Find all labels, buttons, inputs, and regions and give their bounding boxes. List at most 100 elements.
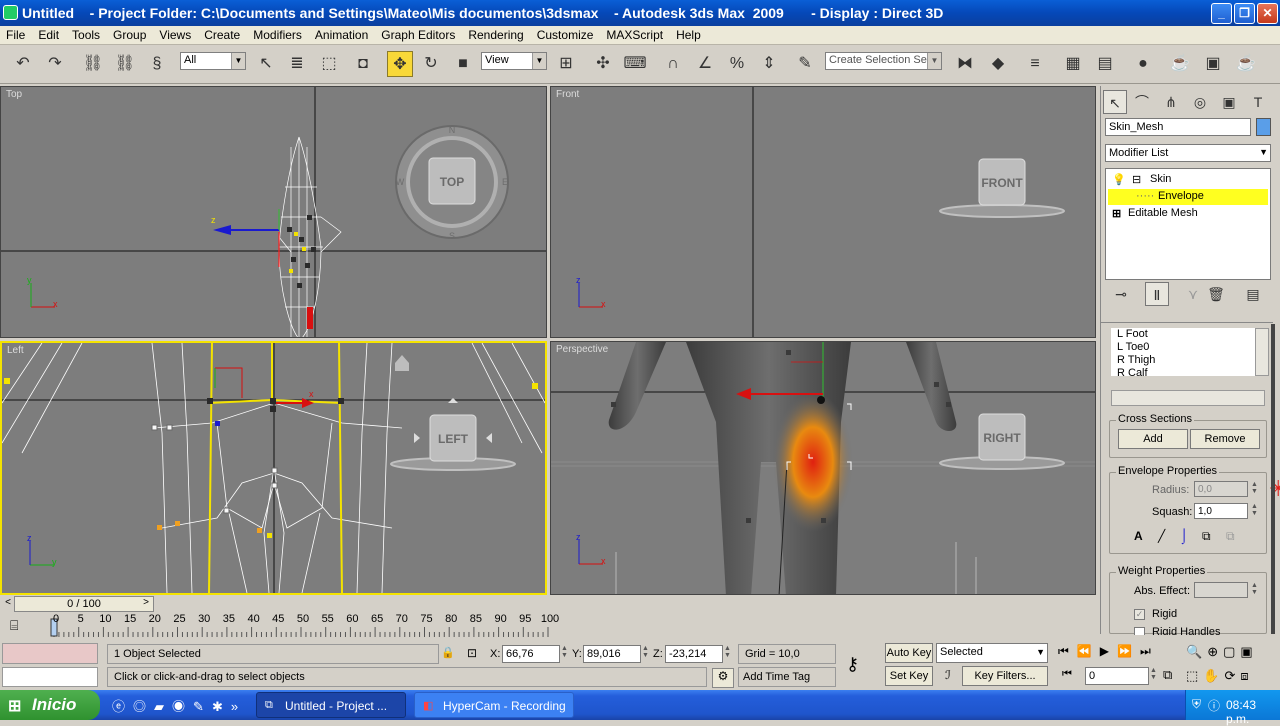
viewport-front[interactable]: Front FRONT x z [550,86,1096,338]
viewport-top[interactable]: Top z TOP N S E W x y [0,86,547,338]
pivot-center-icon[interactable]: ⊞ [553,51,579,77]
select-by-name-icon[interactable]: ≣ [284,51,310,77]
frame-indicator[interactable]: 0 / 100 [14,596,154,612]
go-to-end-icon[interactable]: ⏭ [1140,644,1159,658]
layer-manager-icon[interactable]: ≡ [1022,51,1048,77]
viewcube-arrow-left-icon[interactable] [414,433,420,443]
select-object-icon[interactable]: ↖ [253,51,279,77]
hierarchy-tab-icon[interactable]: ⋔ [1159,90,1183,114]
start-button[interactable]: ⊞ Inicio [0,690,100,720]
task-3dsmax[interactable]: ⧉ Untitled - Project ... [256,692,406,718]
object-name-field[interactable]: Skin_Mesh [1105,118,1251,136]
menu-create[interactable]: Create [198,26,247,42]
more-icon[interactable]: » [231,699,246,714]
maximize-viewport-icon[interactable]: ⧈ [1240,668,1253,683]
zoom-all-icon[interactable]: ⊕ [1207,644,1223,659]
lock-selection-icon[interactable]: 🔒 [441,646,455,659]
stack-item-skin[interactable]: Skin [1150,173,1171,185]
object-color-swatch[interactable] [1256,118,1271,136]
play-icon[interactable]: ▶ [1100,644,1117,658]
squash-spinner-icon[interactable]: ▲ ▼ [1251,503,1258,517]
viewcube-right-label[interactable]: RIGHT [983,431,1021,445]
auto-key-button[interactable]: Auto Key [885,643,933,663]
pan-icon[interactable]: ✋ [1203,668,1224,683]
zoom-icon[interactable]: 🔍 [1186,644,1207,659]
ie-icon[interactable]: ⓔ [112,699,133,714]
slider-prev-icon[interactable]: < [2,597,14,611]
paste-icon[interactable]: ⧉ [1226,529,1235,544]
menu-help[interactable]: Help [670,26,708,42]
panel-scrollbar[interactable] [1271,324,1275,634]
viewcube-left-label[interactable]: LEFT [438,432,469,446]
spinner-snap-icon[interactable]: ⇕ [756,51,782,77]
viewport-perspective[interactable]: Perspective RIGHT x z [550,341,1096,595]
make-unique-icon[interactable]: ⋎ [1181,282,1205,306]
bone-list[interactable]: L Foot L Toe0 R Thigh R Calf [1111,328,1255,376]
link-icon[interactable]: ⛓ [80,51,106,77]
frame-spinner-icon[interactable]: ▲ ▼ [1150,667,1157,681]
unlink-icon[interactable]: ⛓ [112,51,138,77]
current-frame-field[interactable]: 0 [1085,667,1149,685]
menu-edit[interactable]: Edit [32,26,66,42]
curve-editor-icon[interactable]: ▦ [1060,51,1086,77]
x-coordinate-field[interactable]: 66,76 [502,645,560,663]
abs-effect-spinner-icon[interactable]: ▲ ▼ [1251,582,1258,596]
angle-snap-icon[interactable]: ∠ [692,51,718,77]
bone-name-field[interactable] [1111,390,1265,406]
add-time-tag[interactable]: Add Time Tag [738,667,836,687]
key-mode-dropdown[interactable]: Selected ▼ [936,643,1048,663]
media-icon[interactable]: ◉ [172,699,193,714]
bind-space-warp-icon[interactable]: § [144,51,170,77]
browser-icon[interactable]: ◎ [133,699,154,714]
paint-icon[interactable]: ✎ [193,699,212,714]
stack-item-editable-mesh[interactable]: Editable Mesh [1128,207,1198,219]
add-cross-section-button[interactable]: Add [1118,429,1188,449]
viewcube-top-label[interactable]: TOP [440,175,464,189]
render-icon[interactable]: ☕ [1233,51,1259,77]
z-spinner-icon[interactable]: ▲ ▼ [724,645,731,659]
bone-item[interactable]: R Calf [1117,367,1148,376]
menu-file[interactable]: File [0,26,32,42]
percent-snap-icon[interactable]: % [724,51,750,77]
configure-sets-icon[interactable]: ▤ [1241,282,1265,306]
remove-cross-section-button[interactable]: Remove [1190,429,1260,449]
collapse-icon[interactable]: ⊟ [1132,173,1141,186]
manipulate-icon[interactable]: ✣ [590,51,616,77]
bone-item[interactable]: L Foot [1117,328,1148,340]
rigid-handles-checkbox[interactable] [1134,627,1145,635]
viewport-left[interactable]: Left x LEFT y z [0,341,547,595]
display-tab-icon[interactable]: ▣ [1217,90,1241,114]
relative-icon[interactable]: ╱ [1158,529,1165,543]
network-icon[interactable]: ✱ [212,699,231,714]
radius-spinner-icon[interactable]: ▲ ▼ [1251,481,1258,495]
rendered-frame-icon[interactable]: ▣ [1200,51,1226,77]
selection-filter-dropdown[interactable]: All ▼ [180,52,246,70]
y-coordinate-field[interactable]: 89,016 [583,645,641,663]
minimize-button[interactable]: _ [1211,3,1232,24]
viewcube-front-label[interactable]: FRONT [981,176,1023,190]
rigid-checkbox[interactable]: ✓ [1134,609,1145,620]
time-tag-icon[interactable]: ⚙ [712,668,734,688]
absolute-icon[interactable]: A [1134,529,1143,543]
menu-modifiers[interactable]: Modifiers [247,26,309,42]
envelope-visible-icon[interactable]: ⌡ [1180,527,1188,543]
zoom-region-icon[interactable]: ⬚ [1186,668,1203,683]
menu-graph-editors[interactable]: Graph Editors [375,26,462,42]
bone-list-scrollbar[interactable] [1255,328,1269,376]
expand-icon[interactable]: ⊞ [1112,207,1121,220]
time-slider[interactable]: < 0 / 100 > [0,595,1100,613]
menu-maxscript[interactable]: MAXScript [600,26,670,42]
task-hypercam[interactable]: ◧ HyperCam - Recording [414,692,574,718]
menu-animation[interactable]: Animation [309,26,375,42]
set-key-button[interactable]: Set Key [885,666,933,686]
reference-coordinate-dropdown[interactable]: View ▼ [481,52,547,70]
folder-icon[interactable]: ▰ [154,699,172,714]
key-icon[interactable]: ⚷ [846,654,859,675]
z-coordinate-field[interactable]: -23,214 [665,645,723,663]
named-selection-dropdown[interactable]: Create Selection Set ▼ [825,52,942,70]
key-filters-button[interactable]: Key Filters... [962,666,1048,686]
window-crossing-icon[interactable]: ◘ [350,51,376,77]
viewcube-arrow-right-icon[interactable] [486,433,492,443]
copy-icon[interactable]: ⧉ [1202,529,1211,544]
utilities-tab-icon[interactable]: T [1246,90,1270,114]
